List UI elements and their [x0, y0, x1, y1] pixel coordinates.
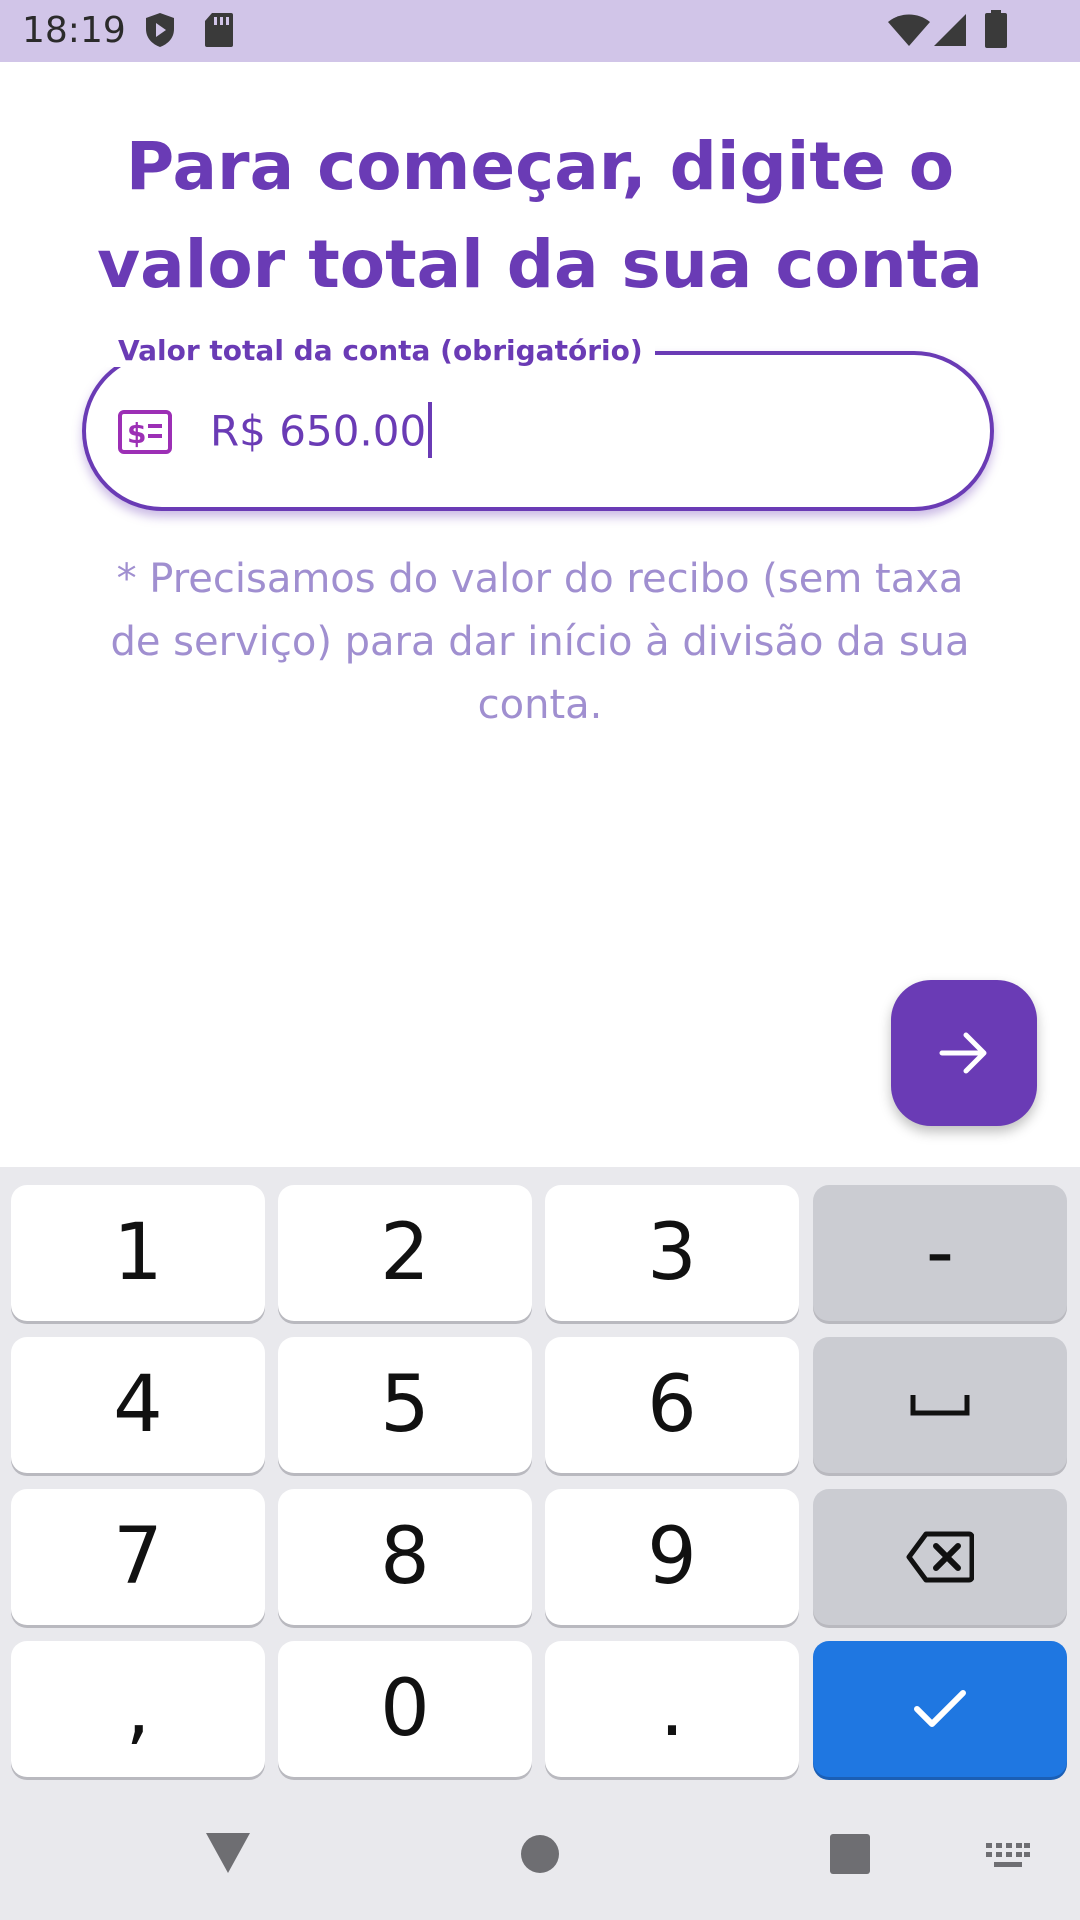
arrow-right-icon — [939, 1032, 987, 1074]
back-icon[interactable] — [206, 1833, 250, 1873]
key-8-label: 8 — [380, 1512, 430, 1602]
key-4[interactable]: 4 — [11, 1337, 265, 1473]
recents-icon[interactable] — [830, 1834, 870, 1874]
next-button[interactable] — [891, 980, 1037, 1126]
key-3[interactable]: 3 — [545, 1185, 799, 1321]
page-title: Para começar, digite o valor total da su… — [97, 128, 983, 303]
key-7-label: 7 — [113, 1512, 163, 1602]
key-comma[interactable]: , — [11, 1641, 265, 1777]
wifi-icon — [888, 14, 930, 46]
key-minus[interactable]: - — [813, 1185, 1067, 1321]
backspace-icon — [906, 1531, 974, 1583]
key-6[interactable]: 6 — [545, 1337, 799, 1473]
text-caret — [428, 402, 433, 458]
key-period-label: . — [659, 1664, 685, 1754]
sd-card-icon — [205, 13, 233, 47]
key-7[interactable]: 7 — [11, 1489, 265, 1625]
amount-value-text: R$ 650.00 — [210, 406, 427, 456]
signal-icon — [934, 14, 966, 46]
key-1[interactable]: 1 — [11, 1185, 265, 1321]
key-4-label: 4 — [113, 1360, 163, 1450]
key-period[interactable]: . — [545, 1641, 799, 1777]
amount-field-label: Valor total da conta (obrigatório) — [106, 334, 655, 367]
status-time: 18:19 — [22, 10, 126, 51]
required-hint: * Precisamos do valor do recibo (sem tax… — [110, 556, 970, 728]
key-0[interactable]: 0 — [278, 1641, 532, 1777]
key-8[interactable]: 8 — [278, 1489, 532, 1625]
key-3-label: 3 — [647, 1208, 697, 1298]
key-comma-label: , — [125, 1664, 151, 1754]
key-minus-label: - — [925, 1208, 955, 1298]
key-5[interactable]: 5 — [278, 1337, 532, 1473]
key-6-label: 6 — [647, 1360, 697, 1450]
price-tag-icon: $ — [118, 410, 172, 454]
amount-value[interactable]: R$ 650.00 — [210, 402, 433, 462]
key-2[interactable]: 2 — [278, 1185, 532, 1321]
key-0-label: 0 — [380, 1664, 430, 1754]
key-space[interactable] — [813, 1337, 1067, 1473]
key-9-label: 9 — [647, 1512, 697, 1602]
key-9[interactable]: 9 — [545, 1489, 799, 1625]
key-1-label: 1 — [113, 1208, 163, 1298]
status-bar: 18:19 — [0, 0, 1080, 62]
check-icon — [914, 1690, 966, 1727]
key-backspace[interactable] — [813, 1489, 1067, 1625]
numeric-keyboard: 1 2 3 - 4 5 6 7 8 9 , 0 . — [0, 1167, 1080, 1920]
play-protect-icon — [146, 13, 174, 47]
battery-icon — [985, 10, 1007, 48]
space-bar-icon — [910, 1395, 970, 1416]
home-icon[interactable] — [520, 1834, 560, 1874]
keyboard-switch-icon[interactable] — [986, 1843, 1030, 1871]
key-done[interactable] — [813, 1641, 1067, 1777]
key-5-label: 5 — [380, 1360, 430, 1450]
svg-text:$: $ — [127, 417, 146, 450]
key-2-label: 2 — [380, 1208, 430, 1298]
